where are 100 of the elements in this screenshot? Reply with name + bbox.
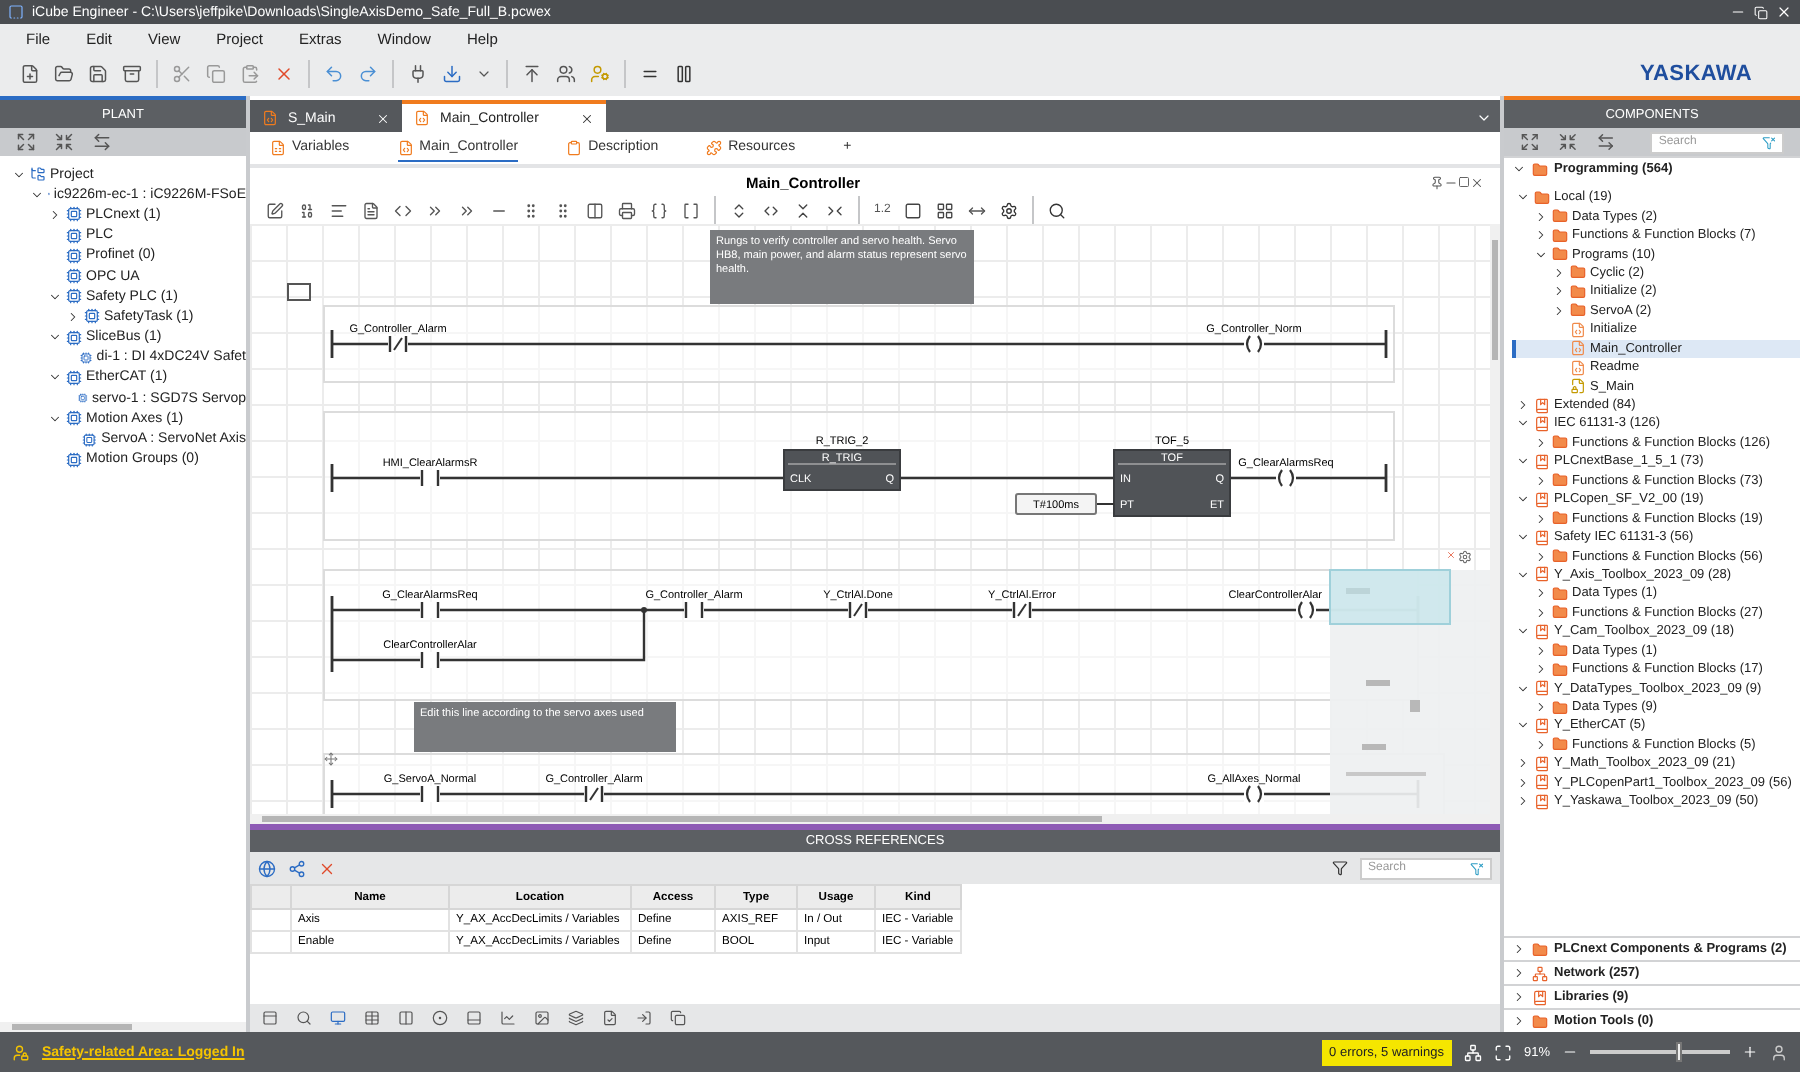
caret-icon[interactable] — [1534, 737, 1548, 752]
align-left-icon[interactable] — [330, 201, 348, 219]
edit-icon[interactable] — [266, 201, 284, 219]
caret-icon[interactable] — [30, 187, 44, 202]
function-block[interactable] — [1113, 449, 1231, 517]
braces-icon[interactable] — [650, 201, 668, 219]
redo-icon[interactable] — [358, 64, 378, 84]
caret-icon[interactable] — [1512, 990, 1526, 1004]
view-tab-icon[interactable] — [568, 1010, 584, 1026]
caret-icon[interactable] — [1516, 190, 1530, 205]
caret-icon[interactable] — [48, 289, 62, 304]
view-tab-icon[interactable] — [262, 1010, 278, 1026]
view-tab-icon[interactable] — [364, 1010, 380, 1026]
caret-icon[interactable] — [48, 411, 62, 426]
printer-icon[interactable] — [618, 201, 636, 219]
caret-icon[interactable] — [1534, 662, 1548, 677]
settings-icon[interactable] — [1458, 550, 1472, 564]
coil-symbol[interactable] — [1276, 468, 1296, 488]
coil-symbol[interactable] — [1244, 334, 1264, 354]
expand-icon[interactable] — [16, 132, 36, 152]
scrollbar-thumb[interactable] — [12, 1024, 132, 1030]
binary-icon[interactable] — [298, 201, 316, 219]
share-icon[interactable] — [288, 859, 306, 877]
view-tab-icon[interactable] — [466, 1010, 482, 1026]
network-icon[interactable] — [1463, 1043, 1482, 1061]
view-tab-icon[interactable] — [534, 1010, 550, 1026]
restore-icon[interactable] — [1754, 5, 1768, 19]
move-icon[interactable] — [324, 752, 338, 766]
collapse-icon[interactable] — [54, 132, 74, 152]
scrollbar-thumb[interactable] — [1492, 240, 1498, 360]
caret-icon[interactable] — [1516, 530, 1530, 545]
swap-arrows-icon[interactable] — [92, 132, 112, 152]
horizontal-arrows-icon[interactable] — [968, 201, 987, 219]
grid-icon[interactable] — [936, 201, 955, 219]
caret-icon[interactable] — [1552, 303, 1566, 318]
caret-icon[interactable] — [1516, 416, 1530, 431]
expand-horizontal-icon[interactable] — [762, 201, 780, 219]
swap-arrows-icon[interactable] — [1595, 132, 1615, 152]
plug-icon[interactable] — [408, 64, 428, 84]
close-icon[interactable] — [580, 111, 594, 125]
contact-symbol[interactable] — [420, 602, 440, 618]
negated-contact-symbol[interactable] — [584, 786, 604, 802]
view-tab-icon[interactable] — [636, 1010, 652, 1026]
settings-icon[interactable] — [1000, 201, 1019, 219]
pin-icon[interactable] — [1430, 175, 1444, 189]
caret-icon[interactable] — [1516, 794, 1530, 809]
caret-icon[interactable] — [1512, 942, 1526, 956]
zoom-in-icon[interactable] — [1742, 1044, 1758, 1060]
filter-icon[interactable] — [1332, 860, 1348, 876]
caret-icon[interactable] — [1516, 492, 1530, 507]
fit-icon[interactable] — [1493, 1043, 1512, 1061]
caret-icon[interactable] — [1534, 549, 1548, 564]
caret-icon[interactable] — [66, 309, 80, 324]
caret-icon[interactable] — [1516, 775, 1530, 790]
caret-icon[interactable] — [48, 370, 62, 385]
collapse-horizontal-icon[interactable] — [826, 201, 844, 219]
contact-symbol[interactable] — [420, 786, 440, 802]
code-icon[interactable] — [394, 201, 412, 219]
caret-icon[interactable] — [1516, 756, 1530, 771]
brackets-icon[interactable] — [682, 201, 700, 219]
caret-icon[interactable] — [1534, 209, 1548, 224]
delete-icon[interactable] — [274, 64, 294, 84]
frame-icon[interactable] — [904, 201, 923, 219]
view-tab-icon[interactable] — [330, 1010, 346, 1026]
caret-icon[interactable] — [1516, 718, 1530, 733]
download-icon[interactable] — [442, 64, 462, 84]
double-chevron-icon[interactable] — [458, 201, 476, 219]
caret-icon[interactable] — [1534, 511, 1548, 526]
pause-icon[interactable] — [674, 64, 694, 84]
open-folder-icon[interactable] — [54, 64, 74, 84]
view-tab-icon[interactable] — [296, 1010, 312, 1026]
slider-thumb[interactable] — [1676, 1042, 1683, 1062]
user-icon[interactable] — [1770, 1043, 1788, 1061]
upload-icon[interactable] — [522, 64, 542, 84]
undo-icon[interactable] — [324, 64, 344, 84]
clear-icon[interactable] — [318, 859, 336, 877]
caret-icon[interactable] — [1534, 228, 1548, 243]
maximize-icon[interactable] — [1458, 176, 1470, 188]
double-chevron-icon[interactable] — [426, 201, 444, 219]
search-icon[interactable] — [1048, 201, 1067, 219]
caret-icon[interactable] — [1534, 605, 1548, 620]
globe-icon[interactable] — [258, 859, 276, 877]
function-block[interactable] — [783, 449, 901, 491]
caret-icon[interactable] — [1512, 1014, 1526, 1028]
caret-icon[interactable] — [48, 330, 62, 345]
negated-contact-symbol[interactable] — [1012, 602, 1032, 618]
caret-icon[interactable] — [1516, 567, 1530, 582]
caret-icon[interactable] — [476, 66, 492, 82]
coil-symbol[interactable] — [1244, 784, 1264, 804]
caret-icon[interactable] — [1552, 265, 1566, 280]
close-icon[interactable] — [1470, 175, 1484, 189]
view-tab-icon[interactable] — [398, 1010, 414, 1026]
caret-icon[interactable] — [1516, 681, 1530, 696]
contact-symbol[interactable] — [420, 470, 440, 486]
caret-icon[interactable] — [1534, 247, 1548, 262]
caret-icon[interactable] — [1476, 110, 1492, 126]
caret-icon[interactable] — [1516, 454, 1530, 469]
archive-icon[interactable] — [122, 64, 142, 84]
view-tab-icon[interactable] — [670, 1010, 686, 1026]
constant-field[interactable] — [1015, 493, 1097, 515]
